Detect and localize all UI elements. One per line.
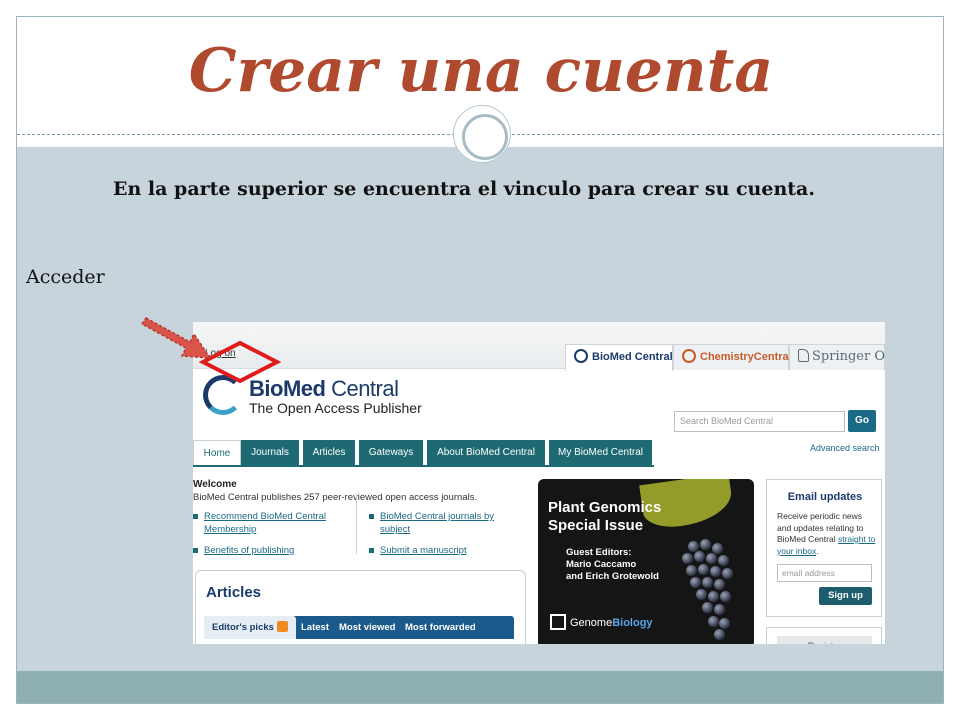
submit-manuscript-link[interactable]: Submit a manuscript xyxy=(369,544,467,557)
tab-journals[interactable]: Journals xyxy=(241,440,301,466)
tab-latest[interactable]: Latest xyxy=(301,616,329,639)
sign-up-button[interactable]: Sign up xyxy=(819,587,872,605)
email-updates-panel: Email updates Receive periodic news and … xyxy=(766,479,882,617)
nav-underline xyxy=(193,465,654,467)
search-input[interactable]: Search BioMed Central xyxy=(674,411,845,432)
springer-open-logo-icon xyxy=(798,349,809,362)
slide-title: Crear una cuenta xyxy=(188,36,774,106)
biomed-central-screenshot: Log on BioMed Central ChemistryCentral S… xyxy=(193,322,885,644)
genome-biology-logo: GenomeBiology xyxy=(550,614,653,630)
tab-springer-open[interactable]: Springer Open xyxy=(789,344,885,370)
pointer-arrow-icon xyxy=(140,317,212,359)
articles-heading: Articles xyxy=(206,584,262,601)
tab-biomed-central[interactable]: BioMed Central xyxy=(565,344,673,371)
search-go-button[interactable]: Go xyxy=(848,410,876,432)
genome-biology-icon xyxy=(550,614,566,630)
banner-title: Plant Genomics Special Issue xyxy=(548,499,662,534)
email-field[interactable]: email address xyxy=(777,564,872,582)
plant-genomics-banner[interactable]: Plant Genomics Special Issue Guest Edito… xyxy=(538,479,754,644)
advanced-search-link[interactable]: Advanced search xyxy=(810,443,880,453)
articles-panel: Articles Editor's picks Latest Most view… xyxy=(195,570,526,644)
welcome-divider xyxy=(356,494,357,554)
welcome-description: BioMed Central publishes 257 peer-review… xyxy=(193,492,478,503)
tab-about[interactable]: About BioMed Central xyxy=(427,440,547,466)
benefits-link[interactable]: Benefits of publishing xyxy=(193,544,294,557)
email-updates-text: Receive periodic news and updates relati… xyxy=(777,511,876,556)
rss-icon[interactable] xyxy=(276,621,288,632)
journals-by-subject-link[interactable]: BioMed Central journals by subject xyxy=(369,510,497,536)
instruction-text: En la parte superior se encuentra el vin… xyxy=(113,178,815,200)
email-updates-heading: Email updates xyxy=(787,491,863,503)
register-panel: Register xyxy=(766,627,882,644)
tab-home[interactable]: Home xyxy=(193,440,241,466)
tab-gateways[interactable]: Gateways xyxy=(359,440,425,466)
tab-most-forwarded[interactable]: Most forwarded xyxy=(405,616,476,639)
register-button[interactable]: Register xyxy=(777,636,872,644)
acceder-label: Acceder xyxy=(26,266,105,288)
banner-editors: Guest Editors: Mario Caccamo and Erich G… xyxy=(566,547,659,582)
tab-editors-picks[interactable]: Editor's picks xyxy=(204,616,296,639)
tab-my-biomed-central[interactable]: My BioMed Central xyxy=(549,440,654,466)
site-tagline: The Open Access Publisher xyxy=(249,400,422,416)
recommend-membership-link[interactable]: Recommend BioMed Central Membership xyxy=(193,510,335,536)
circle-ornament-icon xyxy=(453,105,511,163)
main-nav: Home Journals Articles Gateways About Bi… xyxy=(193,440,654,466)
footer-band xyxy=(17,671,943,703)
welcome-heading: Welcome xyxy=(193,479,237,490)
biomed-central-logo-icon xyxy=(574,349,588,363)
tab-chemistry-central[interactable]: ChemistryCentral xyxy=(673,344,792,370)
chemistry-central-logo-icon xyxy=(682,349,696,363)
tab-most-viewed[interactable]: Most viewed xyxy=(339,616,396,639)
articles-tabs: Editor's picks Latest Most viewed Most f… xyxy=(204,616,514,639)
tab-articles[interactable]: Articles xyxy=(303,440,357,466)
